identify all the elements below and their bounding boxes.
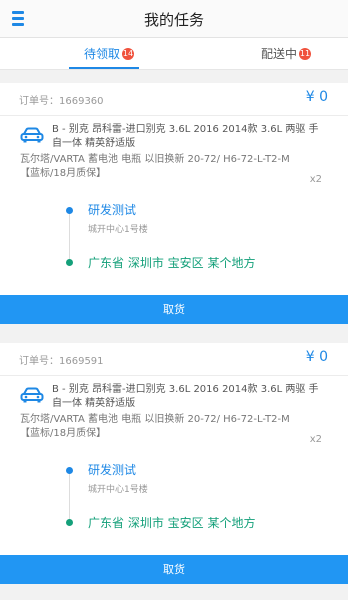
order-number: 订单号：1669591 <box>19 356 104 367</box>
order-card: 订单号：1669360 ¥ 0 B - 别克 昂科雷-进口别克 3.6L 201… <box>0 83 348 324</box>
order-card: 订单号：1669591 ¥ 0 B - 别克 昂科雷-进口别克 3.6L 201… <box>0 343 348 584</box>
destination-address: 广东省 深圳市 宝安区 某个地方 <box>88 256 256 270</box>
car-icon <box>20 127 44 143</box>
page-title: 我的任务 <box>143 11 204 29</box>
tab-pending-badge: 14 <box>122 48 135 60</box>
quantity: x2 <box>309 434 322 445</box>
pickup-button[interactable]: 取货 <box>0 555 348 584</box>
quantity: x2 <box>309 174 322 185</box>
pickup-name: 研发测试 <box>88 203 137 217</box>
route: 研发测试 城开中心1号楼 广东省 深圳市 宝安区 某个地方 <box>0 455 348 545</box>
route-line <box>69 209 70 259</box>
pickup-button[interactable]: 取货 <box>0 295 348 324</box>
pickup-dot-icon <box>66 207 73 214</box>
pickup-address: 城开中心1号楼 <box>88 485 148 495</box>
destination-address: 广东省 深圳市 宝安区 某个地方 <box>88 516 256 530</box>
route-line <box>69 469 70 519</box>
tab-delivering-label: 配送中 <box>261 47 298 61</box>
active-tab-indicator <box>69 67 139 69</box>
pickup-name: 研发测试 <box>88 463 137 477</box>
product-title: B - 别克 昂科雷-进口别克 3.6L 2016 2014款 3.6L 两驱 … <box>52 124 319 149</box>
product-description: 瓦尔塔/VARTA 蓄电池 电瓶 以旧换新 20-72/ H6-72-L-T2-… <box>20 414 290 439</box>
route: 研发测试 城开中心1号楼 广东省 深圳市 宝安区 某个地方 <box>0 195 348 285</box>
order-header: 订单号：1669591 ¥ 0 <box>0 343 348 376</box>
navbar: 我的任务 <box>0 0 348 38</box>
tab-delivering-badge: 11 <box>299 48 312 60</box>
product-description: 瓦尔塔/VARTA 蓄电池 电瓶 以旧换新 20-72/ H6-72-L-T2-… <box>20 154 290 179</box>
tab-delivering[interactable]: 配送中 11 <box>261 38 312 70</box>
pickup-dot-icon <box>66 467 73 474</box>
car-icon <box>20 387 44 403</box>
order-number: 订单号：1669360 <box>19 96 104 107</box>
product-title: B - 别克 昂科雷-进口别克 3.6L 2016 2014款 3.6L 两驱 … <box>52 384 319 409</box>
order-price: ¥ 0 <box>305 349 328 365</box>
destination-dot-icon <box>66 259 73 266</box>
tab-pending-label: 待领取 <box>84 47 121 61</box>
pickup-address: 城开中心1号楼 <box>88 225 148 235</box>
order-header: 订单号：1669360 ¥ 0 <box>0 83 348 116</box>
destination-dot-icon <box>66 519 73 526</box>
tab-pending[interactable]: 待领取 14 <box>84 38 135 70</box>
tab-bar: 待领取 14 配送中 11 <box>0 38 348 70</box>
order-price: ¥ 0 <box>305 89 328 105</box>
